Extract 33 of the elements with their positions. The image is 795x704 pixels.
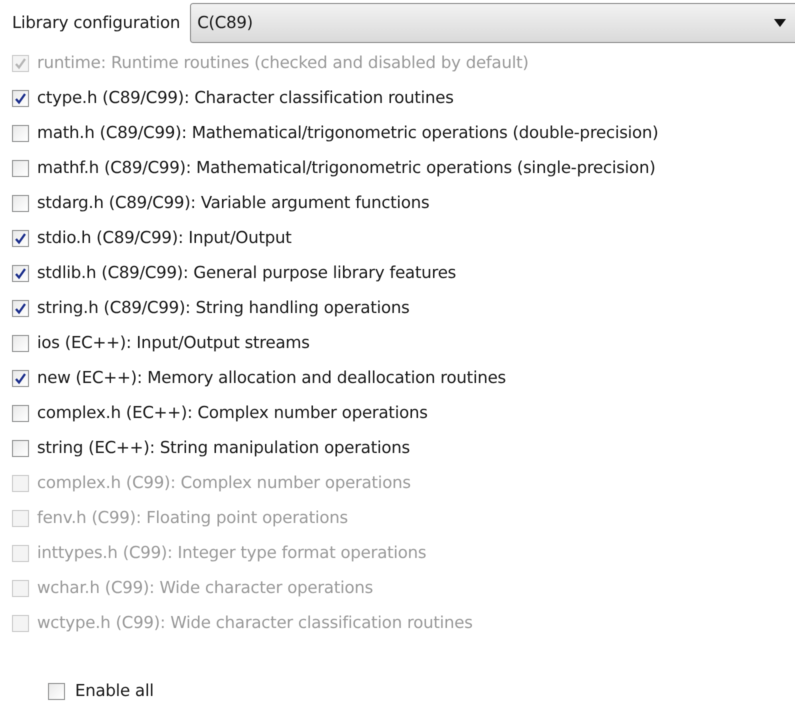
checkbox[interactable]	[12, 370, 29, 387]
checkbox[interactable]	[12, 265, 29, 282]
checkbox[interactable]	[12, 195, 29, 212]
option-label: mathf.h (C89/C99): Mathematical/trigonometric operations (single-precision)	[37, 157, 656, 180]
caret-icon	[774, 19, 786, 27]
option-label: wctype.h (C99): Wide character classification routines	[37, 612, 473, 634]
option-label: complex.h (EC++): Complex number operations	[37, 402, 428, 424]
field-label: Library configuration	[12, 12, 180, 34]
checkbox[interactable]	[12, 335, 29, 352]
option-label: string.h (C89/C99): String handling operations	[37, 297, 410, 320]
option-label: complex.h (C99): Complex number operations	[37, 472, 411, 494]
option-label: ios (EC++): Input/Output streams	[37, 332, 310, 354]
option-label: wchar.h (C99): Wide character operations	[37, 577, 374, 600]
checkbox[interactable]	[48, 683, 65, 700]
option-label: math.h (C89/C99): Mathematical/trigonometric operations (double-precision)	[37, 122, 658, 144]
checkbox[interactable]	[12, 230, 29, 247]
checkbox[interactable]	[12, 90, 29, 107]
option-label: new (EC++): Memory allocation and deallocation routines	[37, 367, 506, 390]
option-label: string (EC++): String manipulation operations	[37, 437, 410, 460]
checkbox[interactable]	[12, 300, 29, 317]
checkbox[interactable]	[12, 440, 29, 457]
checkbox[interactable]	[12, 160, 29, 177]
option-label: ctype.h (C89/C99): Character classification routines	[37, 87, 454, 110]
checkbox[interactable]	[12, 125, 29, 142]
checkbox[interactable]	[12, 405, 29, 422]
option-label: stdarg.h (C89/C99): Variable argument functions	[37, 192, 430, 214]
option-label: stdlib.h (C89/C99): General purpose library features	[37, 262, 456, 284]
option-label: stdio.h (C89/C99): Input/Output	[37, 227, 292, 250]
library-configuration-dropdown[interactable]: C(C89)	[190, 3, 795, 43]
option-label: inttypes.h (C99): Integer type format operations	[37, 542, 426, 564]
option-label: runtime: Runtime routines (checked and disabled by default)	[37, 52, 529, 74]
checkbox-label: Enable all	[75, 680, 154, 702]
option-label: fenv.h (C99): Floating point operations	[37, 507, 348, 530]
